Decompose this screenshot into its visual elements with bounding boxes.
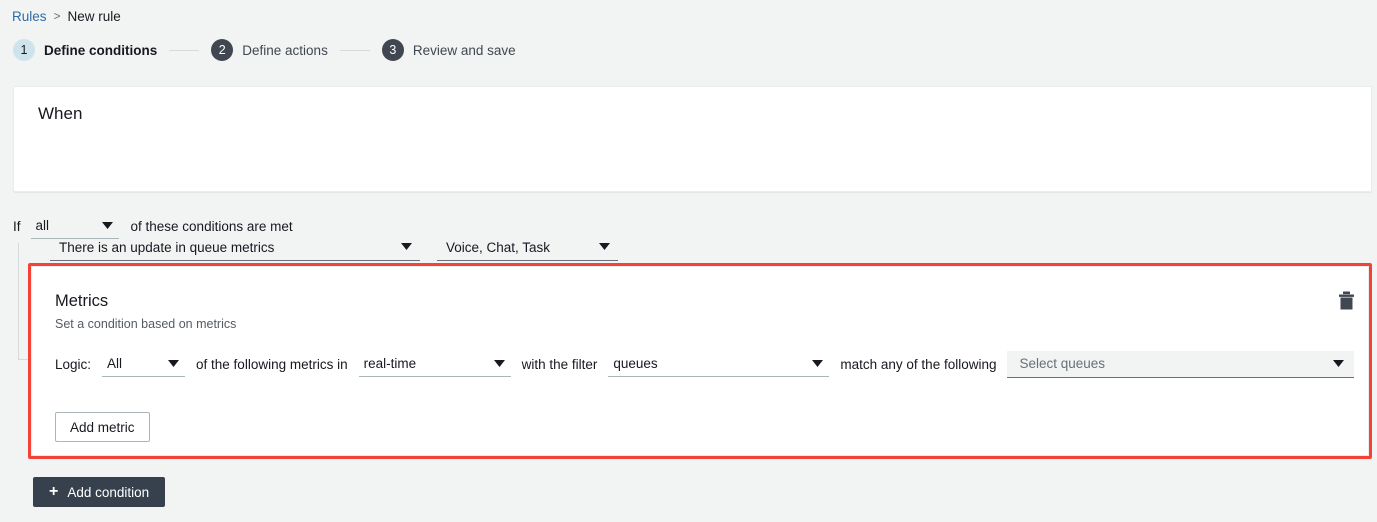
step-connector-2: [340, 50, 370, 51]
metrics-condition-title: Metrics: [55, 292, 108, 311]
wizard-step-review-and-save[interactable]: 3 Review and save: [382, 39, 516, 61]
channel-select[interactable]: Voice, Chat, Task: [437, 234, 618, 261]
plus-icon: +: [49, 484, 58, 500]
metrics-filter-value: queues: [613, 356, 657, 371]
step-label-define-actions: Define actions: [242, 43, 328, 58]
chevron-down-icon: [1323, 360, 1344, 368]
add-metric-label: Add metric: [70, 420, 135, 435]
logic-operator-value: All: [107, 356, 122, 371]
step-connector-1: [169, 50, 199, 51]
step-number-badge-2: 2: [211, 39, 233, 61]
add-condition-label: Add condition: [67, 485, 149, 500]
breadcrumb: Rules > New rule: [12, 6, 121, 26]
queues-placeholder: Select queues: [1019, 356, 1105, 371]
add-condition-button[interactable]: + Add condition: [33, 477, 165, 507]
step-label-review-and-save: Review and save: [413, 43, 516, 58]
when-title: When: [38, 104, 82, 124]
text-after-filter: match any of the following: [840, 357, 996, 372]
metrics-period-select[interactable]: real-time: [359, 351, 511, 377]
logic-label: Logic:: [55, 357, 91, 372]
text-after-logic: of the following metrics in: [196, 357, 348, 372]
wizard-step-define-actions[interactable]: 2 Define actions: [211, 39, 328, 61]
text-after-period: with the filter: [522, 357, 598, 372]
trash-icon: [1338, 291, 1355, 313]
delete-condition-button[interactable]: [1333, 289, 1359, 315]
chevron-down-icon: [154, 360, 179, 368]
condition-match-select[interactable]: all: [31, 213, 119, 239]
chevron-down-icon: [798, 360, 823, 368]
chevron-down-icon: [480, 360, 505, 368]
step-label-define-conditions: Define conditions: [44, 43, 157, 58]
metrics-condition-highlight: Metrics Set a condition based on metrics…: [28, 263, 1372, 459]
chevron-down-icon: [88, 222, 113, 230]
chevron-down-icon: [391, 243, 412, 251]
metrics-filter-select[interactable]: queues: [608, 351, 829, 377]
metrics-logic-row: Logic: All of the following metrics in r…: [55, 350, 1354, 378]
queues-multiselect[interactable]: Select queues: [1007, 351, 1354, 378]
breadcrumb-link-rules[interactable]: Rules: [12, 9, 47, 24]
metrics-condition-card: Metrics Set a condition based on metrics…: [31, 266, 1369, 456]
metrics-condition-subtitle: Set a condition based on metrics: [55, 317, 236, 331]
add-metric-button[interactable]: Add metric: [55, 412, 150, 442]
step-number-badge-1: 1: [13, 39, 35, 61]
step-number-badge-3: 3: [382, 39, 404, 61]
condition-match-value: all: [36, 218, 50, 233]
breadcrumb-current-new-rule: New rule: [68, 9, 121, 24]
when-card: When There is an update in queue metrics…: [13, 86, 1372, 192]
if-prefix-label: If: [13, 219, 21, 234]
wizard-step-define-conditions[interactable]: 1 Define conditions: [13, 39, 157, 61]
if-conditions-row: If all of these conditions are met: [13, 212, 293, 240]
chevron-down-icon: [589, 243, 610, 251]
metrics-period-value: real-time: [364, 356, 417, 371]
wizard-steps: 1 Define conditions 2 Define actions 3 R…: [13, 38, 516, 62]
if-suffix-label: of these conditions are met: [131, 219, 293, 234]
breadcrumb-separator-icon: >: [54, 9, 61, 23]
channel-value: Voice, Chat, Task: [446, 240, 550, 255]
event-trigger-value: There is an update in queue metrics: [59, 240, 274, 255]
logic-operator-select[interactable]: All: [102, 351, 185, 377]
